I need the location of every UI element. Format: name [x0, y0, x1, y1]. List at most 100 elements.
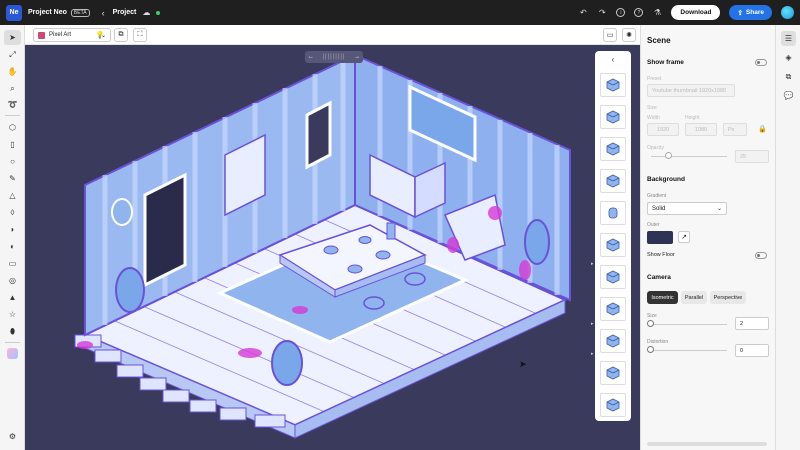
- object-thumb-cube[interactable]: [600, 105, 626, 129]
- half-sphere-tool-icon[interactable]: ◗: [4, 222, 21, 237]
- opacity-slider-knob[interactable]: [665, 152, 672, 159]
- object-thumb-cube[interactable]: [600, 393, 626, 417]
- redo-icon[interactable]: ↷: [597, 8, 607, 18]
- camera-mode-perspective[interactable]: Perspective: [710, 291, 746, 304]
- camera-mode-isometric[interactable]: Isometric: [647, 291, 678, 304]
- object-thumb-cube[interactable]: [600, 297, 626, 321]
- frame-toggle-icon[interactable]: ▭: [603, 28, 617, 42]
- select-tool-icon[interactable]: ➤: [4, 30, 21, 45]
- distortion-input[interactable]: 0: [735, 344, 769, 357]
- camera-size-slider-track[interactable]: [651, 324, 727, 325]
- star-tool-icon[interactable]: ☆: [4, 307, 21, 322]
- object-thumb-cube[interactable]: [600, 137, 626, 161]
- canvas[interactable]: ← ||||||||| → ➤ ‹ ▸ ▸ ▸: [25, 45, 640, 450]
- sync-status-dot: [156, 10, 161, 15]
- opacity-slider-track[interactable]: [651, 156, 727, 157]
- hand-tool-icon[interactable]: ✋: [4, 64, 21, 79]
- width-input[interactable]: 1920: [647, 123, 679, 136]
- lock-icon[interactable]: 🔒: [758, 125, 767, 133]
- frame-preset-select[interactable]: Youtube thumbnail 1920x1080: [647, 84, 735, 97]
- egg-tool-icon[interactable]: ⬮: [4, 324, 21, 339]
- unit-select[interactable]: Px: [723, 123, 747, 136]
- show-floor-toggle[interactable]: [755, 252, 767, 259]
- mask-tool-icon[interactable]: ◐: [4, 239, 21, 254]
- strip-handle-icon[interactable]: ▸: [591, 351, 595, 359]
- undo-icon[interactable]: ↶: [578, 8, 588, 18]
- show-frame-toggle[interactable]: [755, 59, 767, 66]
- preset-swatch: [38, 31, 45, 39]
- gradient-swatch-icon[interactable]: [4, 346, 21, 361]
- beta-badge: BETA: [70, 8, 90, 17]
- box-tool-icon[interactable]: ▭: [4, 256, 21, 271]
- object-thumb-cube[interactable]: [600, 73, 626, 97]
- open-color-picker-icon[interactable]: ↗: [678, 231, 690, 243]
- gradient-select[interactable]: Solid ⌄: [647, 202, 727, 215]
- drop-tool-icon[interactable]: ◊: [4, 205, 21, 220]
- frame-scrubber[interactable]: ← ||||||||| →: [305, 51, 363, 63]
- show-floor-label: Show Floor: [647, 252, 675, 258]
- cube-icon: [606, 142, 620, 156]
- cylinder-tool-icon[interactable]: ▯: [4, 137, 21, 152]
- pen-tool-icon[interactable]: ✎: [4, 171, 21, 186]
- avatar[interactable]: [781, 6, 794, 19]
- isometric-room-scene[interactable]: [25, 45, 640, 450]
- object-thumb-cube[interactable]: [600, 265, 626, 289]
- share-button[interactable]: ⇪ Share: [729, 5, 772, 20]
- effects-icon[interactable]: ✺: [622, 28, 636, 42]
- height-input[interactable]: 1080: [685, 123, 717, 136]
- frame-strip: ‹ ▸ ▸ ▸: [591, 51, 631, 421]
- scrubber-ticks[interactable]: |||||||||: [322, 54, 345, 60]
- project-title[interactable]: Project: [113, 9, 137, 16]
- object-thumb-cube[interactable]: [600, 329, 626, 353]
- object-thumb-cylinder[interactable]: [600, 201, 626, 225]
- settings-gear-icon[interactable]: ⚙: [4, 429, 21, 444]
- sphere-tool-icon[interactable]: ○: [4, 154, 21, 169]
- cylinder-icon: [608, 207, 618, 219]
- render-mode-icon[interactable]: ⧉: [114, 28, 128, 42]
- right-rail: ☰ ◈ ⧉ 💬: [775, 25, 800, 450]
- chevron-down-icon: ⌄: [716, 206, 722, 212]
- light-bulb-icon[interactable]: 💡: [93, 28, 107, 42]
- pyramid-tool-icon[interactable]: ▲: [4, 290, 21, 305]
- torus-tool-icon[interactable]: ◎: [4, 273, 21, 288]
- camera-mode-parallel[interactable]: Parallel: [681, 291, 707, 304]
- help-icon[interactable]: ?: [634, 8, 644, 17]
- assets-icon[interactable]: ⧉: [781, 69, 796, 84]
- object-thumb-cube[interactable]: [600, 233, 626, 257]
- arrow-right-icon[interactable]: →: [354, 54, 360, 60]
- comments-icon[interactable]: 💬: [781, 88, 796, 103]
- object-thumb-cube[interactable]: [600, 169, 626, 193]
- properties-sliders-icon[interactable]: ☰: [781, 31, 796, 46]
- mouse-cursor-icon: ➤: [519, 359, 527, 369]
- flask-icon[interactable]: ⚗: [652, 8, 662, 18]
- object-thumb-cube[interactable]: [600, 361, 626, 385]
- cube-tool-icon[interactable]: ⬡: [4, 120, 21, 135]
- outer-label: Outer: [647, 222, 660, 228]
- panel-scrollbar[interactable]: [647, 442, 767, 446]
- lasso-tool-icon[interactable]: ➰: [4, 97, 21, 112]
- outer-color-swatch[interactable]: [647, 231, 673, 244]
- info-icon[interactable]: i: [616, 8, 626, 17]
- layers-icon[interactable]: ◈: [781, 50, 796, 65]
- camera-size-slider-knob[interactable]: [647, 320, 654, 327]
- camera-size-value: 2: [740, 320, 744, 327]
- cone-tool-icon[interactable]: △: [4, 188, 21, 203]
- distortion-slider-knob[interactable]: [647, 346, 654, 353]
- back-chevron-icon[interactable]: ‹: [102, 8, 105, 18]
- fullscreen-icon[interactable]: ⛶: [133, 28, 147, 42]
- strip-handle-icon[interactable]: ▸: [591, 261, 595, 269]
- cube-icon: [606, 398, 620, 412]
- opacity-input[interactable]: 25: [735, 150, 769, 163]
- gradient-label: Gradient: [647, 193, 667, 199]
- arrow-left-icon[interactable]: ←: [308, 54, 314, 60]
- download-button[interactable]: Download: [671, 5, 721, 20]
- collapse-chevron-icon[interactable]: ‹: [595, 51, 631, 67]
- camera-size-input[interactable]: 2: [735, 317, 769, 330]
- cube-icon: [606, 78, 620, 92]
- distortion-slider-track[interactable]: [651, 350, 727, 351]
- app-name: Project Neo: [28, 9, 67, 16]
- strip-handle-icon[interactable]: ▸: [591, 321, 595, 329]
- app-logo[interactable]: Ne: [6, 4, 22, 21]
- zoom-tool-icon[interactable]: ⌕: [4, 81, 21, 96]
- direct-select-tool-icon[interactable]: ⤢: [4, 47, 21, 62]
